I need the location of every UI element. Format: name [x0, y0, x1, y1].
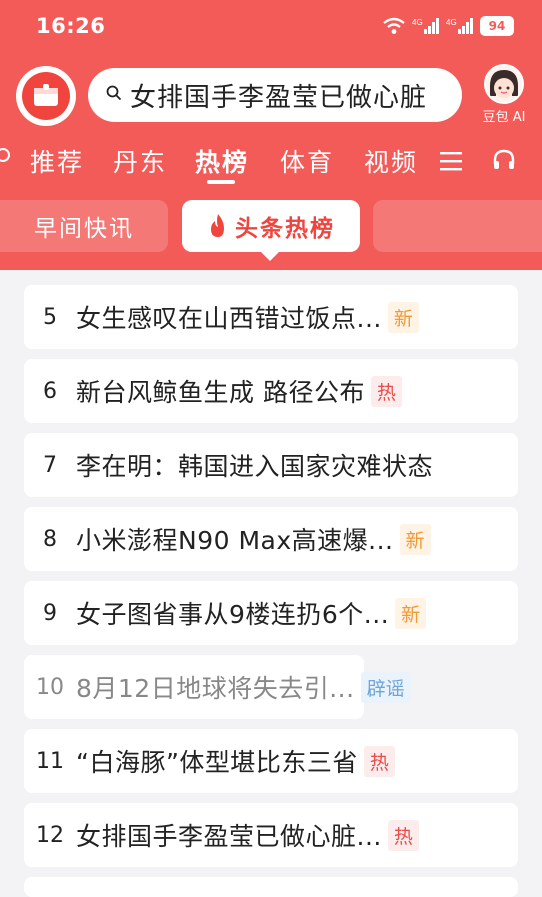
header: 16:26 4G 4G 94 女排国手李盈莹已做心脏 豆包 AI 推荐 丹东 热…: [0, 0, 542, 270]
status-badge: 辟谣: [360, 671, 411, 703]
list-item[interactable]: [24, 877, 518, 897]
rank-number: 10: [36, 674, 64, 700]
tab-hot-list[interactable]: 热榜: [195, 143, 249, 179]
assistant-button[interactable]: 豆包 AI: [476, 64, 532, 125]
network-type-label: 4G: [412, 18, 423, 27]
rank-number: 11: [36, 748, 64, 774]
wifi-icon: [382, 17, 406, 35]
active-tab-indicator: [207, 180, 235, 184]
rank-number: 5: [43, 304, 57, 330]
status-badge: 热: [370, 375, 402, 407]
tab-recommend[interactable]: 推荐: [30, 143, 84, 179]
rank-number: 9: [43, 600, 57, 626]
subtab-morning-news[interactable]: 早间快讯: [0, 200, 168, 252]
item-title: 新台风鲸鱼生成 路径公布: [76, 378, 365, 407]
tab-dandong[interactable]: 丹东: [113, 143, 167, 179]
signal-icon: 4G: [412, 17, 440, 35]
rank-number: 6: [43, 378, 57, 404]
subtab-more[interactable]: [373, 200, 542, 252]
headphones-icon[interactable]: [492, 148, 516, 176]
rank-number: 12: [36, 822, 64, 848]
tab-overflow-indicator: [0, 148, 10, 162]
item-title: 女子图省事从9楼连扔6个...: [76, 600, 390, 629]
list-item[interactable]: 5 女生感叹在山西错过饭点... 新: [24, 285, 518, 349]
system-icons: 4G 4G 94: [382, 16, 514, 36]
list-item[interactable]: 6 新台风鲸鱼生成 路径公布 热: [24, 359, 518, 423]
subtab-toutiao-hot[interactable]: 头条热榜: [182, 200, 360, 252]
item-title: 女生感叹在山西错过饭点...: [76, 304, 382, 333]
menu-icon[interactable]: [440, 150, 462, 176]
list-item[interactable]: 10 8月12日地球将失去引... 辟谣: [24, 655, 411, 719]
status-bar: 16:26 4G 4G 94: [0, 0, 542, 56]
list-item[interactable]: 11 “白海豚”体型堪比东三省 热: [24, 729, 518, 793]
assistant-label: 豆包 AI: [482, 110, 526, 125]
subtab-label: 头条热榜: [235, 216, 335, 242]
search-input[interactable]: 女排国手李盈莹已做心脏: [88, 68, 462, 122]
flame-icon: [207, 213, 229, 239]
list-item[interactable]: 8 小米澎程N90 Max高速爆... 新: [24, 507, 518, 571]
rank-number: 8: [43, 526, 57, 552]
item-title: 小米澎程N90 Max高速爆...: [76, 526, 394, 555]
status-badge: 热: [387, 819, 419, 851]
battery-level: 94: [488, 19, 506, 33]
item-title: 8月12日地球将失去引...: [76, 674, 355, 703]
list-item[interactable]: 12 女排国手李盈莹已做心脏... 热: [24, 803, 518, 867]
active-subtab-caret: [260, 251, 280, 261]
list-item[interactable]: 7 李在明：韩国进入国家灾难状态: [24, 433, 518, 497]
app-logo-icon[interactable]: [16, 66, 76, 126]
item-title: “白海豚”体型堪比东三省: [76, 748, 358, 777]
avatar-icon: [484, 64, 524, 104]
tab-sports[interactable]: 体育: [280, 143, 334, 179]
list-item[interactable]: 9 女子图省事从9楼连扔6个... 新: [24, 581, 518, 645]
subtab-label: 早间快讯: [34, 216, 134, 242]
rank-number: 7: [43, 452, 57, 478]
network-type-label: 4G: [446, 18, 457, 27]
item-title: 女排国手李盈莹已做心脏...: [76, 822, 382, 851]
search-query: 女排国手李盈莹已做心脏: [130, 82, 428, 113]
status-badge: 热: [363, 745, 395, 777]
channel-tabs: 推荐 丹东 热榜 体育 视频: [0, 140, 542, 186]
signal-icon: 4G: [446, 17, 474, 35]
status-badge: 新: [387, 301, 419, 333]
status-badge: 新: [395, 597, 427, 629]
battery-icon: 94: [480, 16, 514, 36]
status-badge: 新: [399, 523, 431, 555]
tab-video[interactable]: 视频: [364, 143, 418, 179]
status-time: 16:26: [36, 14, 106, 38]
search-icon: [106, 85, 122, 105]
item-title: 李在明：韩国进入国家灾难状态: [76, 452, 434, 481]
